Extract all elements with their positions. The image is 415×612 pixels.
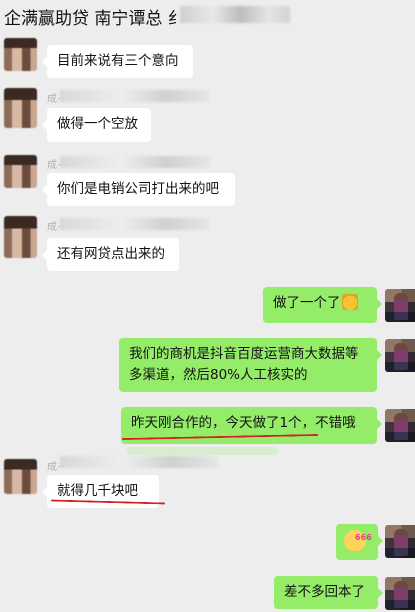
contact-avatar[interactable]	[4, 88, 37, 128]
contact-avatar[interactable]	[4, 38, 37, 71]
contact-avatar[interactable]	[4, 459, 37, 494]
sender-name-blur	[60, 156, 210, 168]
sender-name-blur	[60, 456, 218, 468]
incoming-message-bubble[interactable]: 你们是电销公司打出来的吧	[42, 173, 235, 206]
outgoing-message-bubble[interactable]: 做了一个了	[263, 287, 382, 323]
message-text: 差不多回本了	[284, 584, 365, 600]
own-avatar[interactable]	[385, 289, 415, 322]
sender-name-blur	[60, 218, 210, 230]
chat-title-bar: 企满赢助贷 南宁谭总 纟	[0, 0, 415, 30]
message-text: 做得一个空放	[57, 116, 138, 132]
message-text: 就得几千块吧	[57, 483, 138, 499]
message-text: 你们是电销公司打出来的吧	[57, 181, 219, 197]
message-text: 目前来说有三个意向	[57, 53, 179, 69]
own-avatar[interactable]	[385, 339, 415, 372]
outgoing-message-bubble[interactable]: 差不多回本了	[274, 576, 383, 609]
incoming-message-bubble[interactable]: 目前来说有三个意向	[42, 45, 193, 78]
outgoing-message-bubble[interactable]: 我们的商机是抖音百度运营商大数据等 多渠道，然后80%人工核实的	[119, 338, 382, 392]
message-text: 还有网贷点出来的	[57, 246, 165, 262]
faint-bubble-ghost	[126, 447, 278, 455]
own-avatar[interactable]	[385, 577, 415, 610]
own-avatar[interactable]	[385, 525, 415, 558]
incoming-message-bubble[interactable]: 还有网贷点出来的	[42, 238, 179, 271]
message-text-line: 我们的商机是抖音百度运营商大数据等	[129, 346, 359, 362]
contact-avatar[interactable]	[4, 216, 37, 258]
chat-title: 企满赢助贷 南宁谭总 纟	[4, 9, 185, 29]
message-text-line: 多渠道，然后80%人工核实的	[129, 367, 308, 383]
outgoing-emoji-bubble[interactable]: 666	[336, 524, 383, 560]
message-text: 昨天刚合作的，今天做了1个，不错哦	[131, 415, 356, 431]
message-text: 做了一个了	[273, 295, 341, 311]
own-avatar[interactable]	[385, 409, 415, 442]
contact-avatar[interactable]	[4, 155, 37, 188]
thumbs-up-icon	[341, 294, 358, 310]
sender-name-blur	[60, 90, 210, 102]
emoji-caption: 666	[355, 533, 372, 542]
title-redaction-blur	[180, 6, 290, 23]
incoming-message-bubble[interactable]: 做得一个空放	[42, 108, 151, 142]
